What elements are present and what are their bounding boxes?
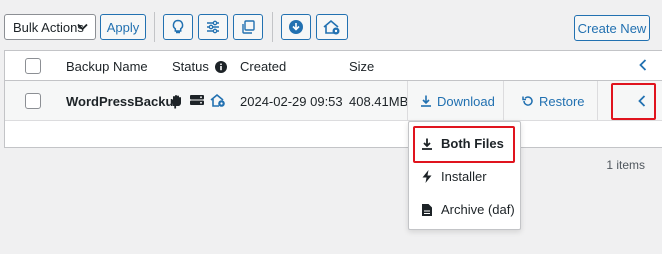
restore-button[interactable]: Restore bbox=[503, 81, 597, 121]
copy-button[interactable] bbox=[233, 14, 263, 40]
backup-name: WordPressBackup bbox=[66, 94, 182, 109]
download-circle-icon bbox=[289, 20, 303, 34]
column-created[interactable]: Created bbox=[240, 59, 286, 74]
storage-icon bbox=[190, 95, 204, 105]
toolbar-divider-2 bbox=[272, 12, 273, 42]
menu-item-archive[interactable]: Archive (daf) bbox=[421, 202, 515, 217]
menu-item-label: Archive (daf) bbox=[441, 202, 515, 217]
restore-label: Restore bbox=[539, 93, 585, 109]
lightbulb-icon bbox=[172, 19, 184, 34]
create-new-label: Create New bbox=[577, 20, 647, 36]
select-all-checkbox[interactable] bbox=[25, 58, 41, 74]
table-header: Backup Name Status Created Size bbox=[5, 51, 662, 81]
hand-icon bbox=[172, 95, 181, 106]
lightbulb-button[interactable] bbox=[163, 14, 193, 40]
apply-label: Apply bbox=[106, 19, 140, 35]
column-status-label: Status bbox=[172, 59, 209, 74]
highlight-expand-button bbox=[611, 83, 656, 120]
created-date: 2024-02-29 09:53 bbox=[240, 94, 343, 109]
backups-table: Backup Name Status Created Size WordPres… bbox=[4, 50, 662, 148]
download-icon bbox=[421, 95, 431, 107]
column-size[interactable]: Size bbox=[349, 59, 374, 74]
file-icon bbox=[422, 203, 432, 216]
info-icon[interactable] bbox=[214, 60, 227, 73]
toolbar-divider bbox=[154, 12, 155, 42]
import-button[interactable] bbox=[281, 14, 311, 40]
backup-size: 408.41MB bbox=[349, 94, 409, 109]
filter-settings-button[interactable] bbox=[198, 14, 228, 40]
bulk-actions-select[interactable]: Bulk Actions bbox=[4, 14, 96, 40]
menu-item-installer[interactable]: Installer bbox=[421, 169, 487, 184]
highlight-both-files bbox=[413, 126, 515, 163]
row-checkbox[interactable] bbox=[25, 93, 41, 109]
bolt-icon bbox=[422, 170, 432, 183]
chevron-down-icon bbox=[77, 23, 88, 31]
home-gear-icon bbox=[210, 93, 225, 107]
copy-icon bbox=[242, 20, 255, 34]
storage-button[interactable] bbox=[316, 14, 348, 40]
apply-button[interactable]: Apply bbox=[100, 14, 146, 40]
status-icons bbox=[170, 93, 226, 107]
sliders-icon bbox=[207, 20, 219, 34]
home-gear-icon bbox=[323, 19, 340, 35]
create-new-button[interactable]: Create New bbox=[574, 15, 650, 41]
table-row: WordPressBackup 2024-02-29 09:53 408.41M… bbox=[5, 81, 662, 121]
restore-icon bbox=[522, 96, 533, 106]
column-status: Status bbox=[172, 59, 227, 74]
download-label: Download bbox=[437, 93, 495, 109]
bulk-actions-label: Bulk Actions bbox=[13, 19, 84, 35]
items-count: 1 items bbox=[606, 158, 645, 172]
column-backup-name[interactable]: Backup Name bbox=[66, 59, 148, 74]
download-button[interactable]: Download bbox=[407, 81, 503, 121]
menu-item-label: Installer bbox=[441, 169, 487, 184]
chevron-left-icon[interactable] bbox=[639, 59, 647, 71]
